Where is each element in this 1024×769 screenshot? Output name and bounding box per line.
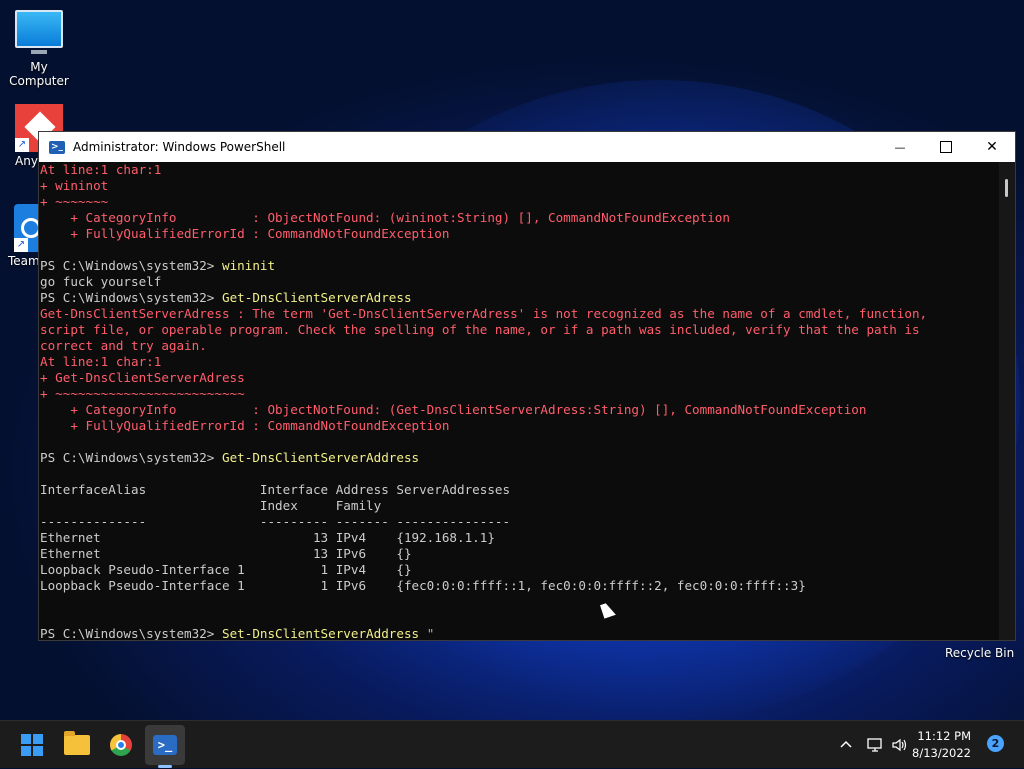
console-output[interactable]: At line:1 char:1 + wininot + ~~~~~~~ + Cat…: [39, 162, 999, 640]
console-line: At line:1 char:1: [40, 354, 999, 370]
console-command: Set-DnsClientServerAddress: [221, 626, 427, 640]
console-command: Get-DnsClientServerAdress: [221, 290, 412, 305]
console-error-text: + FullyQualifiedErrorId : CommandNotFoun…: [40, 226, 450, 241]
console-line: correct and try again.: [40, 338, 999, 354]
console-prompt: PS C:\Windows\system32>: [40, 258, 222, 273]
console-line: + wininot: [40, 178, 999, 194]
chrome-icon: [110, 734, 132, 756]
console-output-text: Loopback Pseudo-Interface 1 1 IPv4 {}: [40, 562, 412, 577]
chevron-up-icon: [840, 740, 852, 748]
taskbar-clock[interactable]: 11:12 PM 8/13/2022: [905, 728, 971, 762]
console-error-text: + ~~~~~~~: [40, 194, 109, 209]
folder-icon: [64, 731, 90, 755]
window-titlebar[interactable]: >_ Administrator: Windows PowerShell — ✕: [39, 132, 1015, 162]
shortcut-arrow-icon: ↗: [14, 238, 28, 252]
desktop-icon-teamviewer[interactable]: ↗ Team: [8, 204, 48, 268]
console-line: Ethernet 13 IPv6 {}: [40, 546, 999, 562]
shortcut-arrow-icon: ↗: [15, 138, 29, 152]
maximize-icon: [940, 141, 952, 153]
desktop-icon-label: My Computer: [9, 60, 69, 88]
taskbar-chrome[interactable]: [101, 725, 141, 765]
console-line: Loopback Pseudo-Interface 1 1 IPv4 {}: [40, 562, 999, 578]
window-title: Administrator: Windows PowerShell: [73, 140, 286, 154]
scrollbar-thumb[interactable]: [1005, 179, 1008, 197]
minimize-icon: —: [894, 140, 906, 154]
console-output-text: Ethernet 13 IPv4 {192.168.1.1}: [40, 530, 495, 545]
minimize-button[interactable]: —: [877, 132, 923, 162]
console-error-text: At line:1 char:1: [40, 354, 162, 369]
console-error-text: + FullyQualifiedErrorId : CommandNotFoun…: [40, 418, 450, 433]
taskbar-powershell[interactable]: >_: [145, 725, 185, 765]
console-error-text: + CategoryInfo : ObjectNotFound: (winino…: [40, 210, 730, 225]
close-button[interactable]: ✕: [969, 132, 1015, 162]
desktop-icon-label: Team: [8, 254, 40, 268]
console-error-text: + Get-DnsClientServerAdress: [40, 370, 245, 385]
console-error-text: + wininot: [40, 178, 109, 193]
console-error-text: script file, or operable program. Check …: [40, 322, 920, 337]
clock-time: 11:12 PM: [917, 729, 971, 743]
network-icon: [867, 738, 882, 752]
console-line: Index Family: [40, 498, 999, 514]
console-line: + Get-DnsClientServerAdress: [40, 370, 999, 386]
close-icon: ✕: [986, 139, 998, 155]
tray-overflow-button[interactable]: [838, 721, 854, 769]
start-button[interactable]: [12, 725, 52, 765]
console-output-text: Ethernet 13 IPv6 {}: [40, 546, 412, 561]
console-line: + FullyQualifiedErrorId : CommandNotFoun…: [40, 418, 999, 434]
console-prompt: PS C:\Windows\system32>: [40, 626, 222, 640]
console-output-text: Index Family: [40, 498, 382, 513]
console-scrollbar[interactable]: [999, 162, 1015, 640]
console-line: At line:1 char:1: [40, 162, 999, 178]
console-line: + ~~~~~~~~~~~~~~~~~~~~~~~~~: [40, 386, 999, 402]
maximize-button[interactable]: [923, 132, 969, 162]
console-output-text: go fuck yourself: [40, 274, 162, 289]
console-line: PS C:\Windows\system32> Get-DnsClientSer…: [40, 450, 999, 466]
monitor-icon: [15, 10, 63, 54]
console-line: PS C:\Windows\system32> wininit: [40, 258, 999, 274]
console-prompt: PS C:\Windows\system32>: [40, 290, 222, 305]
taskbar-file-explorer[interactable]: [57, 725, 97, 765]
notification-badge[interactable]: 2: [987, 735, 1004, 752]
console-line: Get-DnsClientServerAdress : The term 'Ge…: [40, 306, 999, 322]
desktop-icon-my-computer[interactable]: My Computer: [0, 10, 78, 88]
console-error-text: correct and try again.: [40, 338, 207, 353]
console-line: + CategoryInfo : ObjectNotFound: (Get-Dn…: [40, 402, 999, 418]
console-line: -------------- --------- ------- -------…: [40, 514, 999, 530]
console-line: + CategoryInfo : ObjectNotFound: (winino…: [40, 210, 999, 226]
powershell-icon: >_: [49, 140, 65, 154]
taskbar: >_ 11:12 PM 8/13/2022: [0, 720, 1024, 768]
console-command: Get-DnsClientServerAddress: [221, 450, 420, 465]
console-command-tail: ": [426, 626, 435, 640]
console-output-text: InterfaceAlias Interface Address ServerA…: [40, 482, 511, 497]
desktop-icon-recycle-bin[interactable]: Recycle Bin: [945, 646, 1014, 660]
clock-date: 8/13/2022: [912, 746, 971, 760]
console-error-text: + CategoryInfo : ObjectNotFound: (Get-Dn…: [40, 402, 867, 417]
windows-logo-icon: [21, 734, 43, 756]
console-line: script file, or operable program. Check …: [40, 322, 999, 338]
console-line: InterfaceAlias Interface Address ServerA…: [40, 482, 999, 498]
console-error-text: Get-DnsClientServerAdress : The term 'Ge…: [40, 306, 928, 321]
console-line: go fuck yourself: [40, 274, 999, 290]
console-output-text: Loopback Pseudo-Interface 1 1 IPv6 {fec0…: [40, 578, 806, 593]
powershell-icon: >_: [153, 735, 177, 755]
console-line: PS C:\Windows\system32> Get-DnsClientSer…: [40, 290, 999, 306]
console-line: Ethernet 13 IPv4 {192.168.1.1}: [40, 530, 999, 546]
console-line: PS C:\Windows\system32> Set-DnsClientSer…: [40, 626, 999, 640]
network-button[interactable]: [866, 721, 884, 769]
console-line: + FullyQualifiedErrorId : CommandNotFoun…: [40, 226, 999, 242]
console-output-text: -------------- --------- ------- -------…: [40, 514, 511, 529]
console-command: wininit: [221, 258, 276, 273]
powershell-window[interactable]: >_ Administrator: Windows PowerShell — ✕…: [38, 131, 1016, 641]
console-prompt: PS C:\Windows\system32>: [40, 450, 222, 465]
console-line: Loopback Pseudo-Interface 1 1 IPv6 {fec0…: [40, 578, 999, 594]
console-error-text: + ~~~~~~~~~~~~~~~~~~~~~~~~~: [40, 386, 245, 401]
console-line: + ~~~~~~~: [40, 194, 999, 210]
console-error-text: At line:1 char:1: [40, 162, 162, 177]
